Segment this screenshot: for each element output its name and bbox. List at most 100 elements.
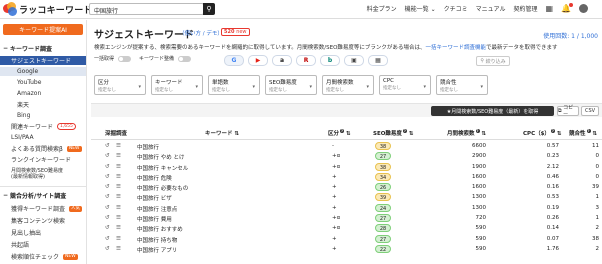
help-icon: ? — [586, 129, 591, 133]
google-icon[interactable]: G — [224, 55, 244, 66]
keyword-cell[interactable]: 中国旅行 ビザ — [137, 194, 172, 202]
keyword-cell[interactable]: 中国旅行 やめ とけ — [137, 153, 185, 161]
list-icon[interactable]: ☰ — [116, 205, 121, 211]
filter-cpc[interactable]: CPC 指定なし ▾ — [379, 75, 431, 95]
retweet-icon[interactable]: ↺ — [105, 153, 110, 159]
keyword-cell[interactable]: 中国旅行 アプリ — [137, 246, 177, 254]
cpc-cell: 1.76 — [546, 245, 559, 252]
list-icon[interactable]: ☰ — [116, 246, 121, 252]
list-icon[interactable]: ☰ — [116, 174, 121, 180]
sidebar-item-bing[interactable]: Bing — [0, 111, 86, 120]
th-keyword[interactable]: キーワード ⇅ — [205, 129, 239, 137]
retweet-icon[interactable]: ↺ — [105, 143, 110, 149]
seo-badge: 27 — [375, 152, 391, 161]
filter-kubun[interactable]: 区分 指定なし ▾ — [94, 75, 146, 95]
th-seo[interactable]: SEO難易度? ⇅ — [373, 129, 413, 137]
th-volume[interactable]: 月間検索数? ⇅ — [447, 129, 486, 137]
filter-wordcount[interactable]: 単語数 指定なし ▾ — [208, 75, 260, 95]
seo-badge: 28 — [375, 224, 391, 233]
retweet-icon[interactable]: ↺ — [105, 164, 110, 170]
sidebar-item-rakuten[interactable]: 楽天 — [0, 100, 86, 109]
keyword-cell[interactable]: 中国旅行 持ち物 — [137, 236, 177, 244]
retweet-icon[interactable]: ↺ — [105, 215, 110, 221]
th-cpc[interactable]: CPC（$）? ⇅ — [523, 129, 561, 137]
seo-badge: 26 — [375, 183, 391, 192]
keyword-cell[interactable]: 中国旅行 危険 — [137, 174, 172, 182]
nav-contract[interactable]: 契約管理 — [513, 4, 537, 13]
rakuten-icon[interactable]: R — [296, 55, 316, 66]
nav-manual[interactable]: マニュアル — [476, 4, 506, 13]
sidebar-item-youtube[interactable]: YouTube — [0, 78, 86, 87]
csv-button[interactable]: CSV — [581, 106, 599, 116]
fetch-latest-button[interactable]: ★月間検索数/SEO難易度（最新）を取得 — [431, 106, 554, 116]
nav-features[interactable]: 機能一覧 ⌄ — [405, 4, 436, 13]
filter-seo[interactable]: SEO難易度 指定なし ▾ — [265, 75, 317, 95]
sidebar-item-rankin[interactable]: ランクインキーワード — [0, 155, 86, 164]
store-icon[interactable]: ▦ — [368, 55, 388, 66]
list-icon[interactable]: ☰ — [116, 153, 121, 159]
list-icon[interactable]: ☰ — [116, 215, 121, 221]
competition-cell: 38 — [592, 235, 599, 242]
sidebar-item-headings[interactable]: 見出し抽出 — [0, 228, 86, 237]
filter-competition[interactable]: 競合性 指定なし ▾ — [436, 75, 488, 95]
retweet-icon[interactable]: ↺ — [105, 205, 110, 211]
list-icon[interactable]: ☰ — [116, 194, 121, 200]
sidebar-item-google[interactable]: Google — [0, 67, 86, 76]
sidebar-item-rankcheck[interactable]: 検索順位チェック NEW — [0, 252, 86, 261]
volume-cell: 590 — [475, 245, 487, 252]
retweet-icon[interactable]: ↺ — [105, 174, 110, 180]
sidebar-item-suggest[interactable]: サジェストキーワード — [0, 56, 86, 65]
filter-button[interactable]: ⚲ 絞り込み — [476, 56, 510, 66]
nav-reviews[interactable]: クチコミ — [444, 4, 468, 13]
sidebar-item-cooccur[interactable]: 共起語 — [0, 240, 86, 249]
keyword-cell[interactable]: 中国旅行 おすすめ — [137, 225, 183, 233]
filter-keyword[interactable]: キーワード 指定なし ▾ — [151, 75, 203, 95]
sidebar-item-content[interactable]: 集客コンテンツ検索 — [0, 216, 86, 225]
sidebar-item-amazon[interactable]: Amazon — [0, 89, 86, 98]
table-row: ↺ ☰ 中国旅行 アプリ +22 590 1.76 2 — [91, 244, 602, 254]
keyword-cell[interactable]: 中国旅行 費用 — [137, 215, 172, 223]
th-comp[interactable]: 競合性? ⇅ — [569, 129, 597, 137]
sidebar-item-acquired[interactable]: 獲得キーワード調査 人気 — [0, 204, 86, 213]
keyword-cell[interactable]: 中国旅行 — [137, 143, 159, 151]
bell-icon[interactable]: 🔔 — [561, 3, 573, 13]
avatar[interactable] — [579, 4, 588, 13]
filter-volume[interactable]: 月間検索数 指定なし ▾ — [322, 75, 374, 95]
amazon-icon[interactable]: a — [272, 55, 292, 66]
help-icon: ? — [402, 129, 407, 133]
sidebar-item-related[interactable]: 関連キーワード 1,655 — [0, 122, 86, 131]
keyword-cell[interactable]: 中国旅行 注意点 — [137, 205, 177, 213]
sidebar-item-lsi[interactable]: LSI/PAA — [0, 133, 86, 142]
list-icon[interactable]: ☰ — [116, 164, 121, 170]
sidebar-item-faq[interactable]: よくある質問検索β NEW — [0, 144, 86, 153]
bulk-toggle[interactable] — [118, 55, 132, 62]
logo[interactable]: ラッコキーワード — [3, 2, 93, 16]
retweet-icon[interactable]: ↺ — [105, 225, 110, 231]
kubun-cell: +α — [332, 225, 341, 232]
bulk-research-link[interactable]: 一括キーワード調査機能 — [425, 45, 486, 51]
howto-link[interactable]: （使い方 / デモ） — [179, 29, 223, 37]
keyword-cell[interactable]: 中国旅行 キャンセル — [137, 164, 188, 172]
list-icon[interactable]: ☰ — [116, 236, 121, 242]
shopping-icon[interactable]: ▣ — [344, 55, 364, 66]
retweet-icon[interactable]: ↺ — [105, 184, 110, 190]
list-icon[interactable]: ☰ — [116, 143, 121, 149]
retweet-icon[interactable]: ↺ — [105, 194, 110, 200]
keyword-toggle[interactable] — [178, 55, 192, 62]
bing-icon[interactable]: b — [320, 55, 340, 66]
th-kubun[interactable]: 区分? ⇅ — [328, 129, 351, 137]
youtube-icon[interactable]: ▶ — [248, 55, 268, 66]
grid-icon[interactable]: ▦ — [545, 4, 553, 13]
keyword-cell[interactable]: 中国旅行 必要なもの — [137, 184, 188, 192]
search-icon[interactable]: ⚲ — [203, 3, 215, 15]
th-tool: 深掘調査 — [105, 131, 128, 137]
list-icon[interactable]: ☰ — [116, 225, 121, 231]
nav-pricing[interactable]: 料金プラン — [367, 4, 397, 13]
retweet-icon[interactable]: ↺ — [105, 236, 110, 242]
keyword-ai-button[interactable]: キーワード提案AI — [3, 24, 83, 35]
seo-badge: 38 — [375, 162, 391, 171]
list-icon[interactable]: ☰ — [116, 184, 121, 190]
retweet-icon[interactable]: ↺ — [105, 246, 110, 252]
search-input[interactable]: 中国旅行 — [89, 3, 204, 15]
copy-button[interactable]: ⧉ コピー — [557, 105, 579, 118]
